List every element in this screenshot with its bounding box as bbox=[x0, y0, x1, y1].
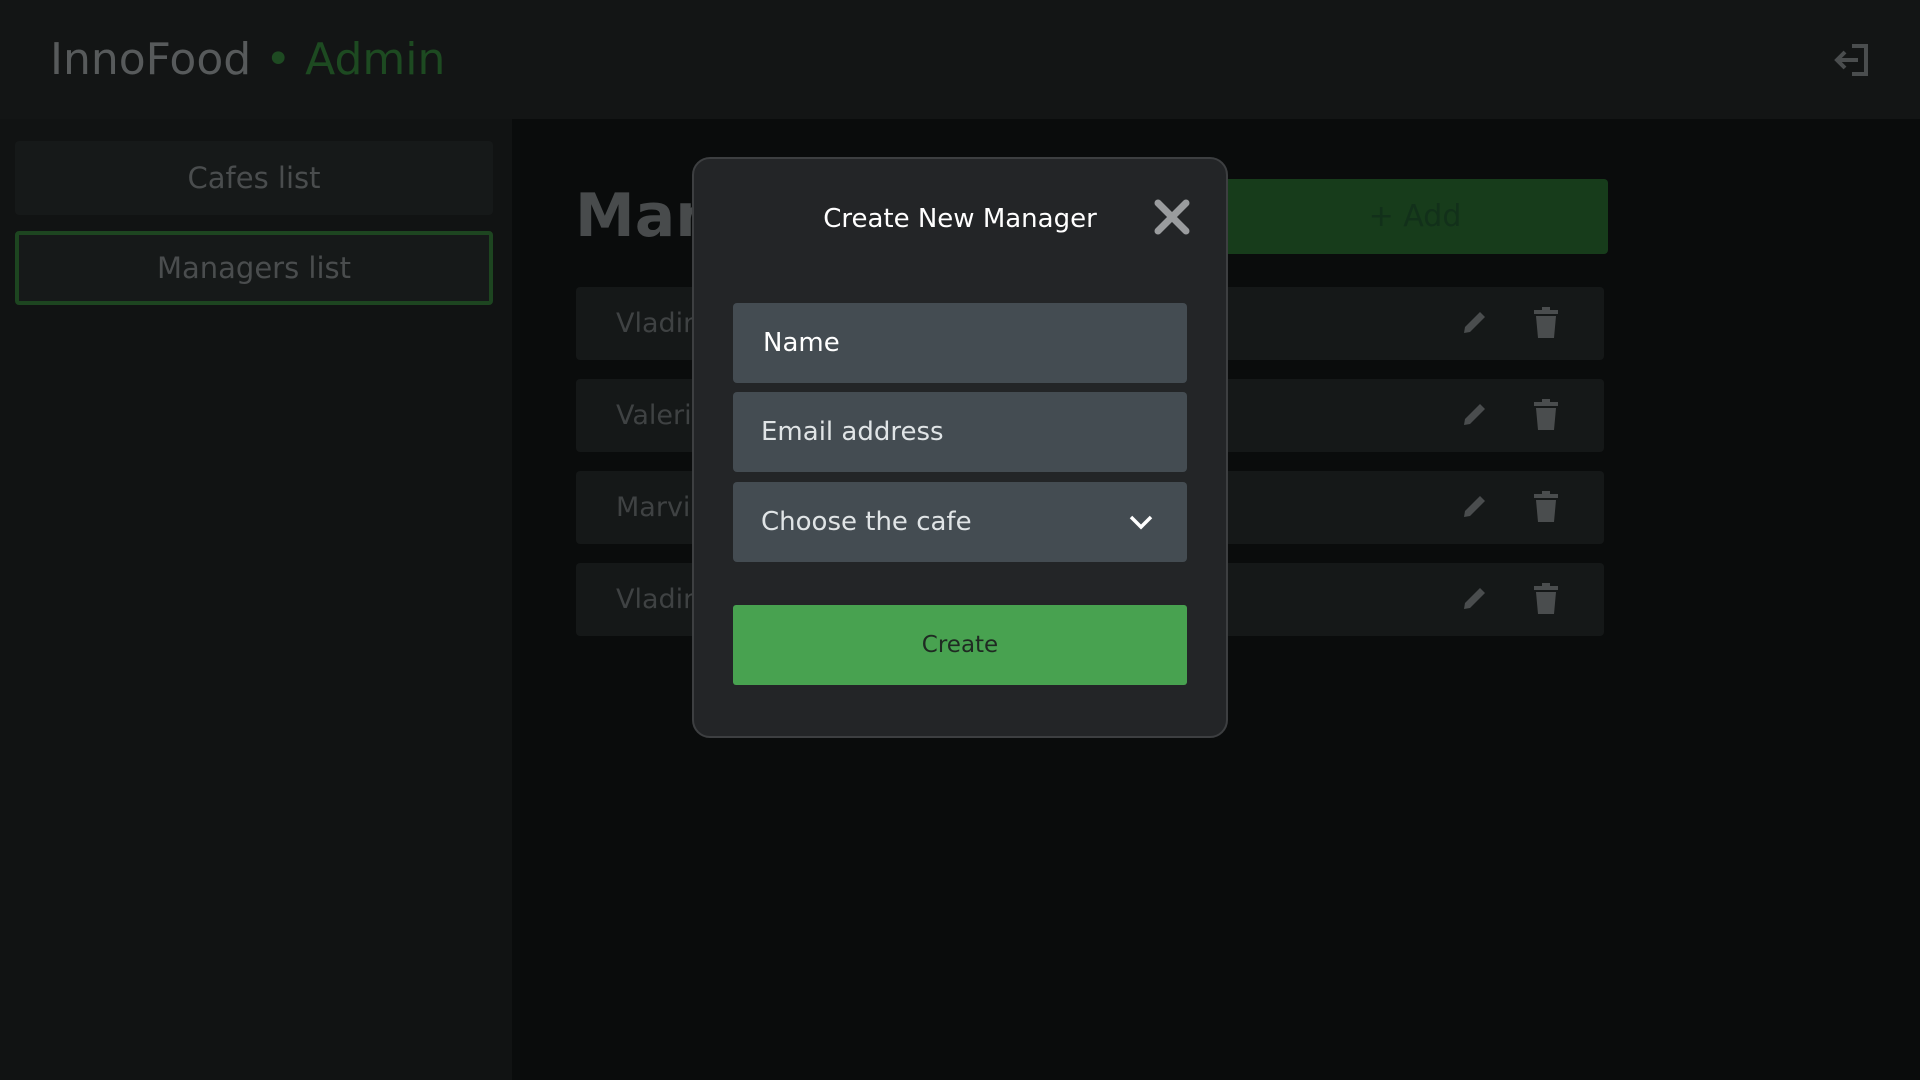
brand-logo: InnoFood • Admin bbox=[50, 32, 445, 88]
top-header: InnoFood • Admin bbox=[0, 0, 1920, 119]
sidebar-item-cafes-list[interactable]: Cafes list bbox=[15, 141, 493, 215]
create-manager-modal: Create New Manager Choose the cafe Creat… bbox=[692, 157, 1228, 738]
manager-name: Vladin bbox=[616, 584, 701, 615]
pencil-icon[interactable] bbox=[1460, 583, 1490, 613]
pencil-icon[interactable] bbox=[1460, 399, 1490, 429]
logout-icon[interactable] bbox=[1832, 40, 1872, 80]
name-input[interactable] bbox=[733, 303, 1187, 383]
manager-name: Vladin bbox=[616, 308, 701, 339]
add-manager-button[interactable]: + Add bbox=[1222, 179, 1608, 254]
trash-icon[interactable] bbox=[1533, 399, 1559, 431]
pencil-icon[interactable] bbox=[1460, 307, 1490, 337]
trash-icon[interactable] bbox=[1533, 491, 1559, 523]
trash-icon[interactable] bbox=[1533, 307, 1559, 339]
cafe-select[interactable]: Choose the cafe bbox=[733, 482, 1187, 562]
brand-role: Admin bbox=[305, 34, 446, 85]
cafe-select-label: Choose the cafe bbox=[761, 507, 972, 537]
create-button[interactable]: Create bbox=[733, 605, 1187, 685]
modal-title: Create New Manager bbox=[823, 204, 1097, 234]
manager-name: Marvir bbox=[616, 492, 702, 523]
brand-app-name: InnoFood bbox=[50, 34, 252, 85]
brand-separator: • bbox=[265, 34, 292, 85]
chevron-down-icon bbox=[1128, 512, 1154, 532]
pencil-icon[interactable] bbox=[1460, 491, 1490, 521]
sidebar: Cafes list Managers list bbox=[0, 119, 512, 1080]
close-icon[interactable] bbox=[1154, 199, 1190, 235]
email-input[interactable] bbox=[733, 392, 1187, 472]
sidebar-item-managers-list[interactable]: Managers list bbox=[15, 231, 493, 305]
trash-icon[interactable] bbox=[1533, 583, 1559, 615]
